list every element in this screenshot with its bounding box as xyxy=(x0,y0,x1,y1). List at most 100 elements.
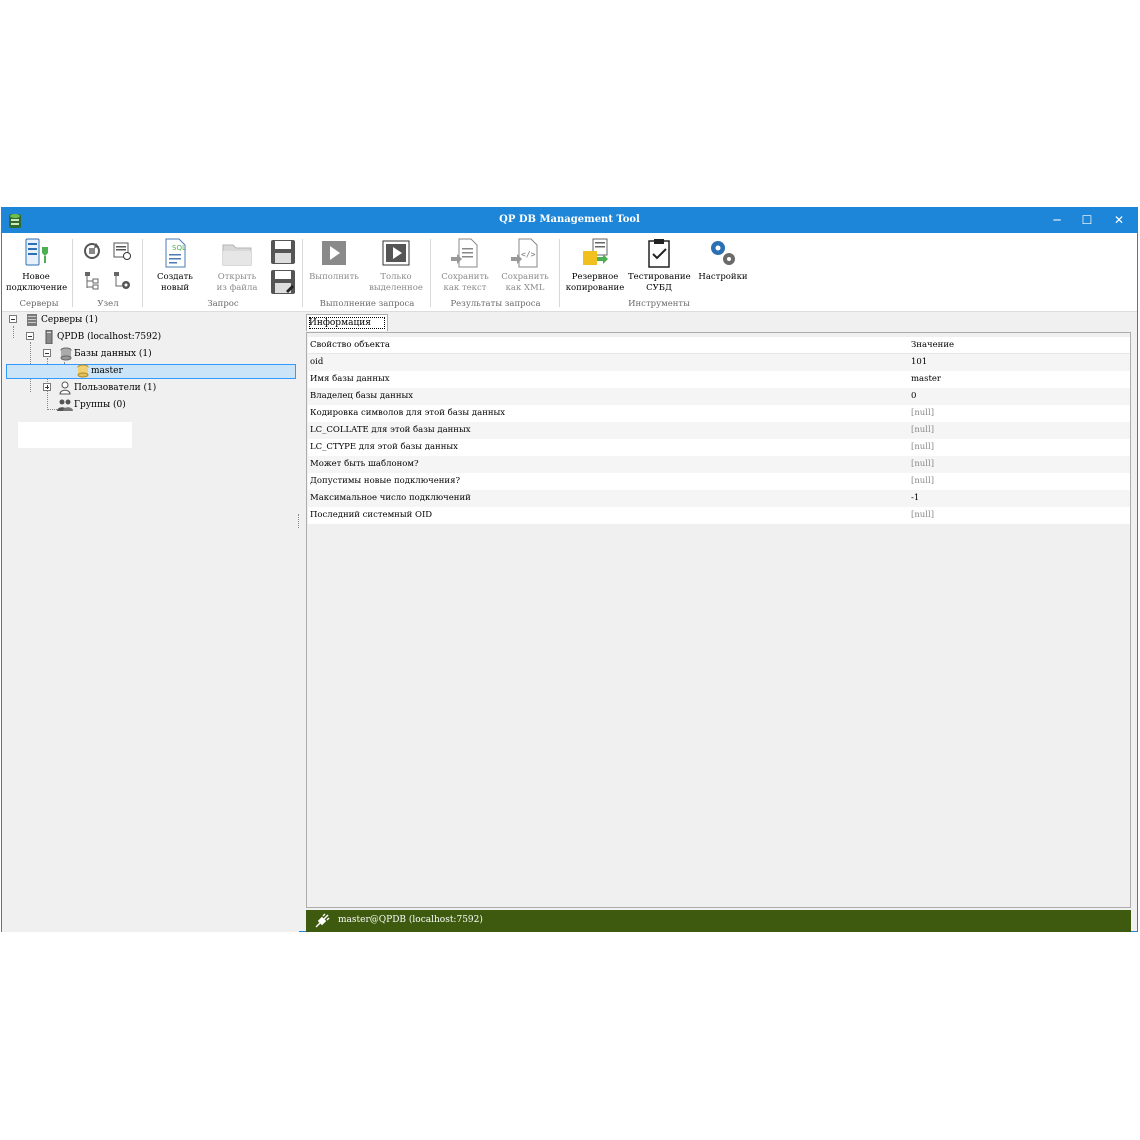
table-row[interactable]: Последний системный OID [null] xyxy=(308,507,1130,524)
test-dbms-button[interactable]: Тестирование СУБД xyxy=(628,237,691,294)
backup-label: Резервное копирование xyxy=(565,272,625,293)
table-row[interactable]: LC_CTYPE для этой базы данных [null] xyxy=(308,439,1130,456)
table-row[interactable]: Владелец базы данных 0 xyxy=(308,388,1130,405)
table-row[interactable]: Может быть шаблоном? [null] xyxy=(308,456,1130,473)
ribbon-separator xyxy=(430,239,431,307)
connection-status-text: master@QPDB (localhost:7592) xyxy=(338,915,483,925)
table-row[interactable]: Имя базы данных master xyxy=(308,371,1130,388)
sql-file-icon: SQL xyxy=(165,238,186,268)
execute-selected-button[interactable]: Только выделенное xyxy=(366,237,426,294)
ribbon-toolbar: Новое подключение SQL Создать новый Откр… xyxy=(2,233,1137,312)
tree-label-qpdb: QPDB (localhost:7592) xyxy=(57,332,162,342)
xml-file-icon: </> xyxy=(511,238,538,268)
tree-label-users: Пользователи (1) xyxy=(74,383,157,393)
tree-label-groups: Группы (0) xyxy=(74,400,126,410)
cell-property: Последний системный OID xyxy=(310,510,433,520)
table-row[interactable]: oid 101 xyxy=(308,354,1130,371)
tree-line xyxy=(13,326,14,338)
table-row[interactable]: Кодировка символов для этой базы данных [… xyxy=(308,405,1130,422)
tree-label-servers: Серверы (1) xyxy=(41,315,98,325)
title-bar: QP DB Management Tool ─ ☐ ✕ xyxy=(2,208,1137,233)
new-connection-icon xyxy=(25,238,48,266)
expand-toggle[interactable] xyxy=(43,383,51,391)
save-icon[interactable] xyxy=(270,239,296,265)
settings-button[interactable]: Настройки xyxy=(696,237,750,283)
cell-value: 0 xyxy=(911,391,917,401)
table-row[interactable]: Допустимы новые подключения? [null] xyxy=(308,473,1130,490)
ribbon-separator xyxy=(302,239,303,307)
selection-highlight xyxy=(6,364,296,379)
tree-label-master: master xyxy=(91,366,123,376)
only-selected-label: Только выделенное xyxy=(369,272,423,293)
backup-icon xyxy=(583,238,608,265)
save-as-xml-button[interactable]: </> Сохранить как XML xyxy=(496,237,554,294)
tree-label-databases: Базы данных (1) xyxy=(74,349,152,359)
settings-label: Настройки xyxy=(698,272,748,282)
tab-information-label: Информация xyxy=(309,318,371,328)
user-icon xyxy=(59,381,71,395)
view-properties-icon[interactable] xyxy=(112,241,132,261)
svg-text:SQL: SQL xyxy=(172,244,186,252)
node-settings-icon[interactable] xyxy=(112,271,132,291)
collapse-toggle[interactable] xyxy=(26,332,34,340)
tab-information[interactable]: Информация xyxy=(306,314,388,331)
open-file-label: Открыть из файла xyxy=(216,272,258,293)
window-title: QP DB Management Tool xyxy=(499,214,640,225)
save-as-icon[interactable] xyxy=(270,269,296,295)
save-as-text-button[interactable]: Сохранить как текст xyxy=(436,237,494,294)
tree-line xyxy=(47,409,57,410)
cell-property: Имя базы данных xyxy=(310,374,390,384)
play-selected-icon xyxy=(382,240,410,266)
cell-value: [null] xyxy=(911,510,935,520)
cell-property: Допустимы новые подключения? xyxy=(310,476,460,486)
ribbon-separator xyxy=(142,239,143,307)
cell-property: Может быть шаблоном? xyxy=(310,459,419,469)
cell-value: master xyxy=(911,374,941,384)
blank-area xyxy=(18,422,132,448)
databases-icon xyxy=(60,347,72,361)
minimize-button[interactable]: ─ xyxy=(1042,210,1072,230)
cell-property: oid xyxy=(310,357,324,367)
column-header-value[interactable]: Значение xyxy=(911,340,954,350)
cell-value: [null] xyxy=(911,442,935,452)
cell-value: 101 xyxy=(911,357,928,367)
group-label-results: Результаты запроса xyxy=(450,299,541,309)
tree-structure-icon[interactable] xyxy=(82,271,102,291)
backup-button[interactable]: Резервное копирование xyxy=(564,237,626,294)
group-label-servers: Серверы xyxy=(19,299,59,309)
close-button[interactable]: ✕ xyxy=(1104,210,1134,230)
group-label-execution: Выполнение запроса xyxy=(319,299,415,309)
group-label-query: Запрос xyxy=(207,299,239,309)
group-label-node: Узел xyxy=(97,299,119,309)
execute-button[interactable]: Выполнить xyxy=(308,237,360,283)
gears-icon xyxy=(711,241,735,265)
group-icon xyxy=(57,399,73,411)
save-as-xml-label: Сохранить как XML xyxy=(501,272,549,293)
connection-status-bar: master@QPDB (localhost:7592) xyxy=(306,910,1131,932)
save-as-text-label: Сохранить как текст xyxy=(441,272,489,293)
cell-value: [null] xyxy=(911,476,935,486)
properties-grid: Свойство объекта Значение oid 101 Имя базы… xyxy=(306,332,1131,908)
ribbon-separator xyxy=(559,239,560,307)
new-connection-label: Новое подключение xyxy=(6,272,68,293)
maximize-button[interactable]: ☐ xyxy=(1072,210,1102,230)
panel-splitter[interactable] xyxy=(298,514,301,528)
collapse-toggle[interactable] xyxy=(9,315,17,323)
column-header-property[interactable]: Свойство объекта xyxy=(310,340,390,350)
create-new-query-button[interactable]: SQL Создать новый xyxy=(150,237,200,294)
refresh-icon[interactable] xyxy=(82,241,102,261)
server-icon xyxy=(45,330,53,344)
cell-property: LC_CTYPE для этой базы данных xyxy=(310,442,458,452)
clipboard-check-icon xyxy=(648,239,670,268)
table-row[interactable]: LC_COLLATE для этой базы данных [null] xyxy=(308,422,1130,439)
ribbon-separator xyxy=(72,239,73,307)
open-file-button[interactable]: Открыть из файла xyxy=(210,237,264,294)
cell-property: Кодировка символов для этой базы данных xyxy=(310,408,506,418)
plug-connected-icon xyxy=(315,913,330,928)
create-new-label: Создать новый xyxy=(157,272,193,293)
database-icon xyxy=(77,364,89,378)
collapse-toggle[interactable] xyxy=(43,349,51,357)
new-connection-button[interactable]: Новое подключение xyxy=(6,237,68,294)
table-row[interactable]: Максимальное число подключений -1 xyxy=(308,490,1130,507)
grid-header: Свойство объекта Значение xyxy=(308,337,1130,354)
